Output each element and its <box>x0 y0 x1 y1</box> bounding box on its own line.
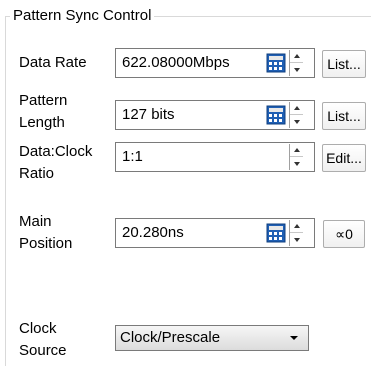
data-clock-ratio-value: 1:1 <box>122 148 143 165</box>
spin-down-icon[interactable] <box>290 115 303 128</box>
spin-up-icon[interactable] <box>290 50 303 63</box>
data-rate-spinner <box>289 50 303 76</box>
label-line: Source <box>19 342 67 359</box>
pattern-length-value: 127 bits <box>122 106 175 123</box>
data-clock-ratio-field[interactable]: 1:1 <box>115 142 315 172</box>
spin-down-icon[interactable] <box>290 157 303 170</box>
calculator-icon[interactable] <box>266 223 286 243</box>
pattern-length-label: Pattern Length <box>19 90 67 134</box>
label-line: Data:Clock <box>19 143 93 160</box>
main-position-value: 20.280ns <box>122 224 184 241</box>
clock-source-value: Clock/Prescale <box>120 329 221 346</box>
pattern-length-spinner <box>289 102 303 128</box>
pattern-length-field[interactable]: 127 bits <box>115 100 315 130</box>
spin-up-icon[interactable] <box>290 220 303 233</box>
calculator-icon[interactable] <box>266 105 286 125</box>
spin-up-icon[interactable] <box>290 102 303 115</box>
label-line: Ratio <box>19 165 55 182</box>
label-line: Position <box>19 235 73 252</box>
calculator-icon[interactable] <box>266 53 286 73</box>
pattern-length-list-button[interactable]: List... <box>322 102 366 130</box>
data-clock-ratio-label: Data:Clock Ratio <box>19 141 92 185</box>
data-clock-ratio-edit-button[interactable]: Edit... <box>322 144 366 172</box>
data-rate-value: 622.08000Mbps <box>122 54 230 71</box>
main-position-spinner <box>289 220 303 246</box>
spin-down-icon[interactable] <box>290 233 303 246</box>
main-position-label: Main Position <box>19 211 72 255</box>
reset-to-zero-button[interactable]: ∝0 <box>323 220 365 248</box>
spin-up-icon[interactable] <box>290 144 303 157</box>
group-title: Pattern Sync Control <box>10 7 155 25</box>
dropdown-arrow-icon <box>290 336 298 340</box>
data-rate-label: Data Rate <box>19 54 87 71</box>
main-position-field[interactable]: 20.280ns <box>115 218 315 248</box>
data-clock-ratio-spinner <box>289 144 303 170</box>
data-rate-field[interactable]: 622.08000Mbps <box>115 48 315 78</box>
clock-source-dropdown[interactable]: Clock/Prescale <box>115 325 309 351</box>
label-line: Clock <box>19 320 57 337</box>
label-line: Length <box>19 114 65 131</box>
label-line: Pattern <box>19 92 68 109</box>
label-line: Main <box>19 213 52 230</box>
clock-source-label: Clock Source <box>19 318 67 362</box>
spin-down-icon[interactable] <box>290 63 303 76</box>
data-rate-list-button[interactable]: List... <box>322 50 366 78</box>
